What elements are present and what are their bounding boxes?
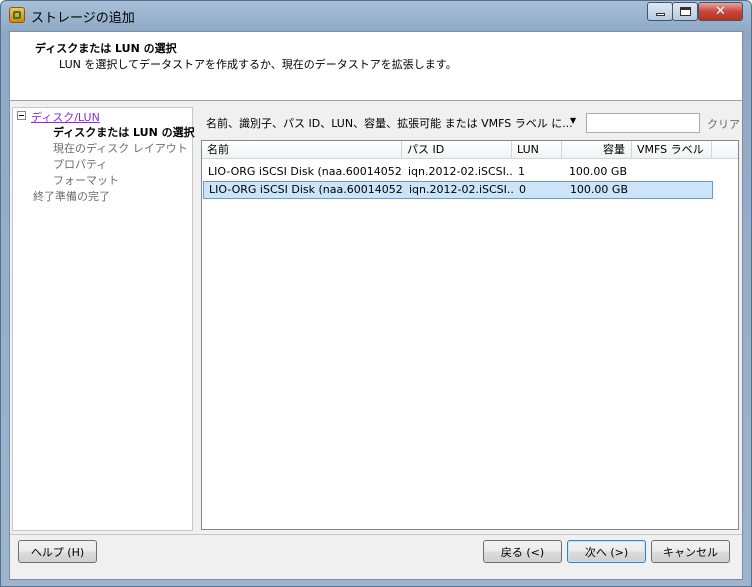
- column-header-vmfs-label[interactable]: VMFS ラベル: [632, 141, 712, 158]
- cell-capacity: 100.00 GB: [568, 165, 627, 178]
- nav-step-ready-to-complete: 終了準備の完了: [33, 190, 110, 203]
- maximize-icon: [680, 7, 691, 16]
- disk-lun-table: 名前 パス ID LUN 容量 VMFS ラベル LIO-ORG iSCSI D…: [201, 140, 739, 530]
- cell-capacity: 100.00 GB: [569, 183, 628, 196]
- cancel-button[interactable]: キャンセル: [651, 540, 730, 563]
- nav-step-select-disk: ディスクまたは LUN の選択: [53, 126, 195, 139]
- dropdown-arrow-icon[interactable]: ▼: [570, 116, 576, 125]
- dialog-client: ディスクまたは LUN の選択 LUN を選択してデータストアを作成するか、現在…: [9, 31, 743, 580]
- wizard-header: ディスクまたは LUN の選択 LUN を選択してデータストアを作成するか、現在…: [10, 32, 742, 101]
- minimize-icon: [656, 13, 665, 16]
- cell-name: LIO-ORG iSCSI Disk (naa.60014052...: [208, 165, 403, 178]
- column-header-name[interactable]: 名前: [202, 141, 402, 158]
- cell-path-id: iqn.2012-02.iSCSI...: [409, 183, 514, 196]
- back-button[interactable]: 戻る (<): [483, 540, 562, 563]
- collapse-toggle-icon[interactable]: [17, 111, 26, 120]
- nav-step-disk-layout: 現在のディスク レイアウト: [53, 142, 188, 155]
- maximize-button[interactable]: [672, 2, 698, 21]
- column-header-capacity[interactable]: 容量: [562, 141, 632, 158]
- page-title: ディスクまたは LUN の選択: [35, 42, 177, 55]
- filter-field-dropdown[interactable]: 名前、識別子、パス ID、LUN、容量、拡張可能 または VMFS ラベル に.…: [206, 115, 573, 131]
- minimize-button[interactable]: [647, 2, 673, 21]
- cell-name: LIO-ORG iSCSI Disk (naa.60014052...: [209, 183, 404, 196]
- window-title: ストレージの追加: [31, 11, 135, 26]
- cell-lun: 1: [518, 165, 525, 178]
- nav-group-disk-lun[interactable]: ディスク/LUN: [31, 109, 100, 125]
- nav-step-format: フォーマット: [53, 174, 119, 187]
- close-button[interactable]: ✕: [698, 2, 743, 21]
- app-icon: [9, 7, 25, 23]
- add-storage-window: ストレージの追加 ✕ ディスクまたは LUN の選択 LUN を選択してデータス…: [0, 0, 752, 587]
- column-header-path-id[interactable]: パス ID: [402, 141, 512, 158]
- footer-divider: [10, 534, 742, 535]
- title-bar[interactable]: ストレージの追加 ✕: [1, 1, 751, 29]
- next-button[interactable]: 次へ (>): [567, 540, 646, 563]
- cell-path-id: iqn.2012-02.iSCSI...: [408, 165, 513, 178]
- table-row-selected[interactable]: LIO-ORG iSCSI Disk (naa.60014052... iqn.…: [203, 181, 713, 199]
- wizard-steps-panel: ディスク/LUN ディスクまたは LUN の選択 現在のディスク レイアウト プ…: [12, 107, 195, 531]
- clear-filter-link[interactable]: クリア: [707, 116, 740, 132]
- table-row[interactable]: LIO-ORG iSCSI Disk (naa.60014052... iqn.…: [203, 163, 713, 181]
- table-header: 名前 パス ID LUN 容量 VMFS ラベル: [202, 141, 738, 159]
- nav-step-properties: プロパティ: [53, 158, 108, 171]
- help-button[interactable]: ヘルプ (H): [18, 540, 97, 563]
- close-icon: ✕: [715, 4, 726, 19]
- cell-lun: 0: [519, 183, 526, 196]
- column-header-lun[interactable]: LUN: [512, 141, 562, 158]
- filter-input[interactable]: [586, 113, 700, 133]
- page-subtitle: LUN を選択してデータストアを作成するか、現在のデータストアを拡張します。: [59, 58, 457, 71]
